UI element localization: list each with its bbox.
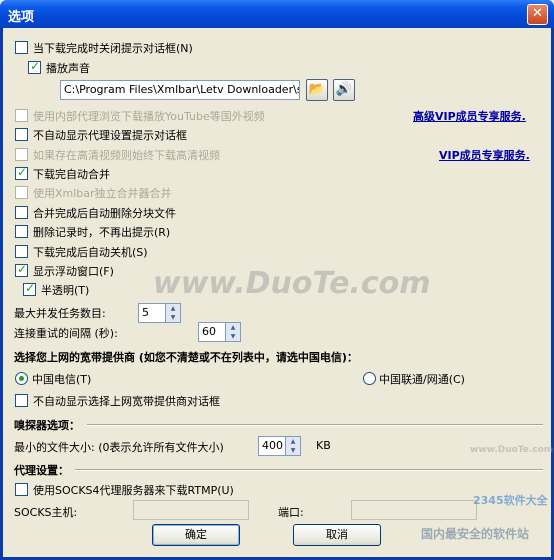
internal-proxy-label: 使用内部代理浏览下载播放YouTube等国外视频 xyxy=(33,110,265,123)
no-proxy-prompt-checkbox[interactable] xyxy=(15,128,28,141)
isp-unicom-label[interactable]: 中国联通/网通(C) xyxy=(379,371,465,387)
delete-parts-label[interactable]: 合并完成后自动删除分块文件 xyxy=(33,205,176,221)
duote-small-watermark: www.DuoTe.com xyxy=(470,445,554,455)
vip-link-advanced[interactable]: 高级VIP成员专享服务. xyxy=(413,108,526,124)
socks-port-input[interactable] xyxy=(351,500,477,520)
close-prompt-checkbox[interactable] xyxy=(15,41,28,54)
auto-shutdown-checkbox[interactable] xyxy=(15,245,28,258)
semi-transparent-checkbox[interactable] xyxy=(23,281,36,296)
cancel-button[interactable]: 取消 xyxy=(293,524,381,546)
auto-shutdown-label[interactable]: 下载完成后自动关机(S) xyxy=(33,244,148,260)
proxy-heading: 代理设置： xyxy=(14,464,69,477)
ok-button[interactable]: 确定 xyxy=(152,524,240,546)
no-isp-prompt-checkbox[interactable] xyxy=(15,394,28,407)
xmlbar-merger-checkbox[interactable] xyxy=(15,186,28,199)
socks-host-input[interactable] xyxy=(133,500,249,520)
isp-telecom-radio[interactable] xyxy=(15,372,28,385)
folder-open-icon: 📂 xyxy=(308,82,326,97)
min-size-stepper[interactable]: ▲ ▼ xyxy=(286,436,301,456)
no-delete-prompt-checkbox[interactable] xyxy=(15,225,28,238)
socks-port-label: 端口: xyxy=(278,506,304,519)
dialog-body: 当下载完成时关闭提示对话框(N) 播放声音 C:\Program Files\X… xyxy=(3,28,554,557)
sound-path-input[interactable]: C:\Program Files\Xmlbar\Letv Downloader\… xyxy=(60,80,300,100)
min-size-unit: KB xyxy=(316,439,331,452)
use-socks4-checkbox[interactable] xyxy=(15,483,28,496)
min-size-label: 最小的文件大小: (0表示允许所有文件大小) xyxy=(14,441,224,454)
title-bar[interactable]: 选项 ✕ xyxy=(0,0,554,28)
xmlbar-merger-label: 使用Xmlbar独立合并器合并 xyxy=(33,187,172,200)
no-proxy-prompt-label[interactable]: 不自动显示代理设置提示对话框 xyxy=(33,127,187,143)
speaker-icon: 🔊 xyxy=(335,82,353,97)
prefer-hd-checkbox[interactable] xyxy=(15,148,28,161)
brand-watermark: 2345软件大全 xyxy=(473,494,548,507)
duote-watermark: www.DuoTe.com xyxy=(153,266,431,301)
retry-interval-label: 连接重试的间隔 (秒): xyxy=(14,327,118,340)
semi-transparent-label[interactable]: 半透明(T) xyxy=(41,282,89,298)
no-delete-prompt-label[interactable]: 删除记录时，不再出提示(R) xyxy=(33,224,170,240)
retry-interval-input[interactable]: 60 xyxy=(198,322,226,342)
sniffer-heading: 嗅探器选项： xyxy=(14,419,80,432)
min-size-input[interactable]: 400 xyxy=(258,436,286,456)
options-window: 选项 ✕ 当下载完成时关闭提示对话框(N) 播放声音 C:\Program Fi… xyxy=(0,0,554,560)
prefer-hd-label: 如果存在高清视频则始终下载高清视频 xyxy=(33,149,220,162)
max-tasks-label: 最大并发任务数目: xyxy=(14,307,106,320)
no-isp-prompt-label[interactable]: 不自动显示选择上网宽带提供商对话框 xyxy=(33,393,220,409)
proxy-divider xyxy=(75,469,543,471)
socks-host-label: SOCKS主机: xyxy=(14,506,78,519)
delete-parts-checkbox[interactable] xyxy=(15,206,28,219)
auto-merge-label[interactable]: 下载完自动合并 xyxy=(33,166,110,182)
float-window-label[interactable]: 显示浮动窗口(F) xyxy=(33,263,114,279)
play-sound-checkbox[interactable] xyxy=(28,59,41,74)
max-tasks-stepper[interactable]: ▲ ▼ xyxy=(166,303,181,323)
close-prompt-label[interactable]: 当下载完成时关闭提示对话框(N) xyxy=(33,40,193,56)
sniffer-divider xyxy=(87,424,543,426)
isp-telecom-label[interactable]: 中国电信(T) xyxy=(32,371,91,387)
brand-slogan-watermark: 国内最安全的软件站 xyxy=(421,527,530,541)
internal-proxy-checkbox[interactable] xyxy=(15,109,28,122)
max-tasks-input[interactable]: 5 xyxy=(138,303,166,323)
auto-merge-checkbox[interactable] xyxy=(15,165,28,180)
float-window-checkbox[interactable] xyxy=(15,262,28,277)
vip-link[interactable]: VIP成员专享服务. xyxy=(439,147,530,163)
retry-interval-stepper[interactable]: ▲ ▼ xyxy=(226,322,241,342)
isp-heading: 选择您上网的宽带提供商 (如您不清楚或不在列表中，请选中国电信)： xyxy=(14,351,358,364)
use-socks4-label[interactable]: 使用SOCKS4代理服务器来下载RTMP(U) xyxy=(33,482,234,498)
play-sound-label[interactable]: 播放声音 xyxy=(46,60,90,76)
play-sound-button[interactable]: 🔊 xyxy=(333,79,355,101)
window-title: 选项 xyxy=(8,10,35,25)
browse-sound-button[interactable]: 📂 xyxy=(306,79,328,101)
isp-unicom-radio[interactable] xyxy=(363,372,376,385)
close-button[interactable]: ✕ xyxy=(527,4,548,25)
